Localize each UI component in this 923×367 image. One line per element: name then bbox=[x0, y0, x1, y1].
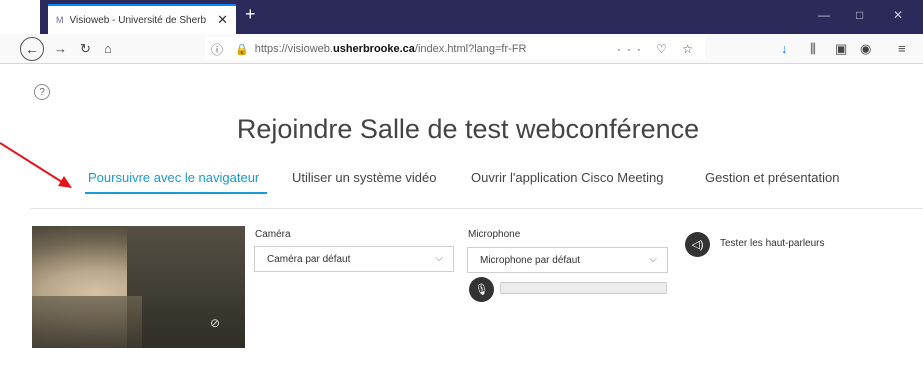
lock-icon[interactable]: 🔒 bbox=[235, 43, 249, 56]
browser-navbar: ← → ↻ ⌂ ⓘ 🔒 https://visioweb.usherbrooke… bbox=[0, 34, 923, 64]
preview-shadow-lower bbox=[32, 296, 142, 348]
test-speakers-button[interactable]: ◁) bbox=[685, 232, 710, 257]
camera-label: Caméra bbox=[255, 229, 291, 240]
tabs-divider bbox=[30, 208, 923, 209]
forward-arrow-icon[interactable]: → bbox=[54, 41, 67, 56]
menu-icon[interactable]: ≡ bbox=[898, 41, 906, 56]
help-icon[interactable]: ? bbox=[34, 84, 50, 100]
page-actions-icon[interactable]: ··· ♡ ☆ bbox=[617, 42, 699, 56]
speaker-icon: ◁) bbox=[691, 239, 704, 251]
microphone-select[interactable]: Microphone par défaut ⌵ bbox=[467, 247, 668, 273]
chevron-down-icon: ⌵ bbox=[435, 253, 443, 264]
url-bar[interactable]: ⓘ 🔒 https://visioweb.usherbrooke.ca/inde… bbox=[205, 37, 705, 61]
microphone-muted-icon: 🎙 bbox=[474, 284, 489, 296]
home-icon[interactable]: ⌂ bbox=[104, 41, 112, 56]
window-close-icon[interactable]: ✕ bbox=[893, 8, 903, 22]
close-tab-icon[interactable]: ✕ bbox=[217, 12, 228, 28]
browser-titlebar: M Visioweb - Université de Sherb ✕ + — □… bbox=[0, 0, 923, 34]
site-favicon-icon: M bbox=[56, 15, 64, 25]
account-icon[interactable]: ◉ bbox=[860, 41, 871, 57]
new-tab-button[interactable]: + bbox=[245, 4, 256, 25]
reload-icon[interactable]: ↻ bbox=[80, 41, 91, 57]
active-tab-indicator bbox=[85, 192, 267, 194]
microphone-mute-button[interactable]: 🎙 bbox=[469, 277, 494, 302]
tab-browser[interactable]: Poursuivre avec le navigateur bbox=[88, 170, 259, 185]
chevron-down-icon: ⌵ bbox=[649, 254, 657, 265]
camera-select[interactable]: Caméra par défaut ⌵ bbox=[254, 246, 454, 272]
url-text[interactable]: https://visioweb.usherbrooke.ca/index.ht… bbox=[255, 43, 617, 55]
browser-tab[interactable]: M Visioweb - Université de Sherb ✕ bbox=[48, 4, 236, 34]
download-icon[interactable]: ↓ bbox=[781, 41, 788, 56]
microphone-level-meter bbox=[500, 282, 667, 294]
sidebar-icon[interactable]: ▣ bbox=[835, 41, 847, 57]
info-icon[interactable]: ⓘ bbox=[211, 41, 223, 58]
tab-cisco-meeting-app[interactable]: Ouvrir l'application Cisco Meeting bbox=[471, 170, 664, 185]
tab-video-system[interactable]: Utiliser un système vidéo bbox=[292, 170, 437, 185]
back-arrow-icon[interactable]: ← bbox=[20, 37, 44, 61]
preview-shadow bbox=[127, 226, 245, 348]
test-speakers-label: Tester les haut-parleurs bbox=[720, 238, 825, 249]
microphone-label: Microphone bbox=[468, 229, 521, 240]
library-icon[interactable]: ⫼ bbox=[810, 41, 816, 57]
annotation-arrow bbox=[0, 142, 72, 188]
tab-management-presentation[interactable]: Gestion et présentation bbox=[705, 170, 839, 185]
maximize-icon[interactable]: □ bbox=[856, 8, 863, 22]
tab-title: Visioweb - Université de Sherb bbox=[69, 14, 207, 26]
camera-select-value: Caméra par défaut bbox=[267, 253, 351, 265]
camera-preview: ⊘ bbox=[32, 226, 245, 348]
page-title: Rejoindre Salle de test webconférence bbox=[236, 114, 700, 144]
camera-off-icon[interactable]: ⊘ bbox=[210, 316, 220, 330]
microphone-select-value: Microphone par défaut bbox=[480, 254, 581, 266]
minimize-icon[interactable]: — bbox=[818, 8, 830, 22]
